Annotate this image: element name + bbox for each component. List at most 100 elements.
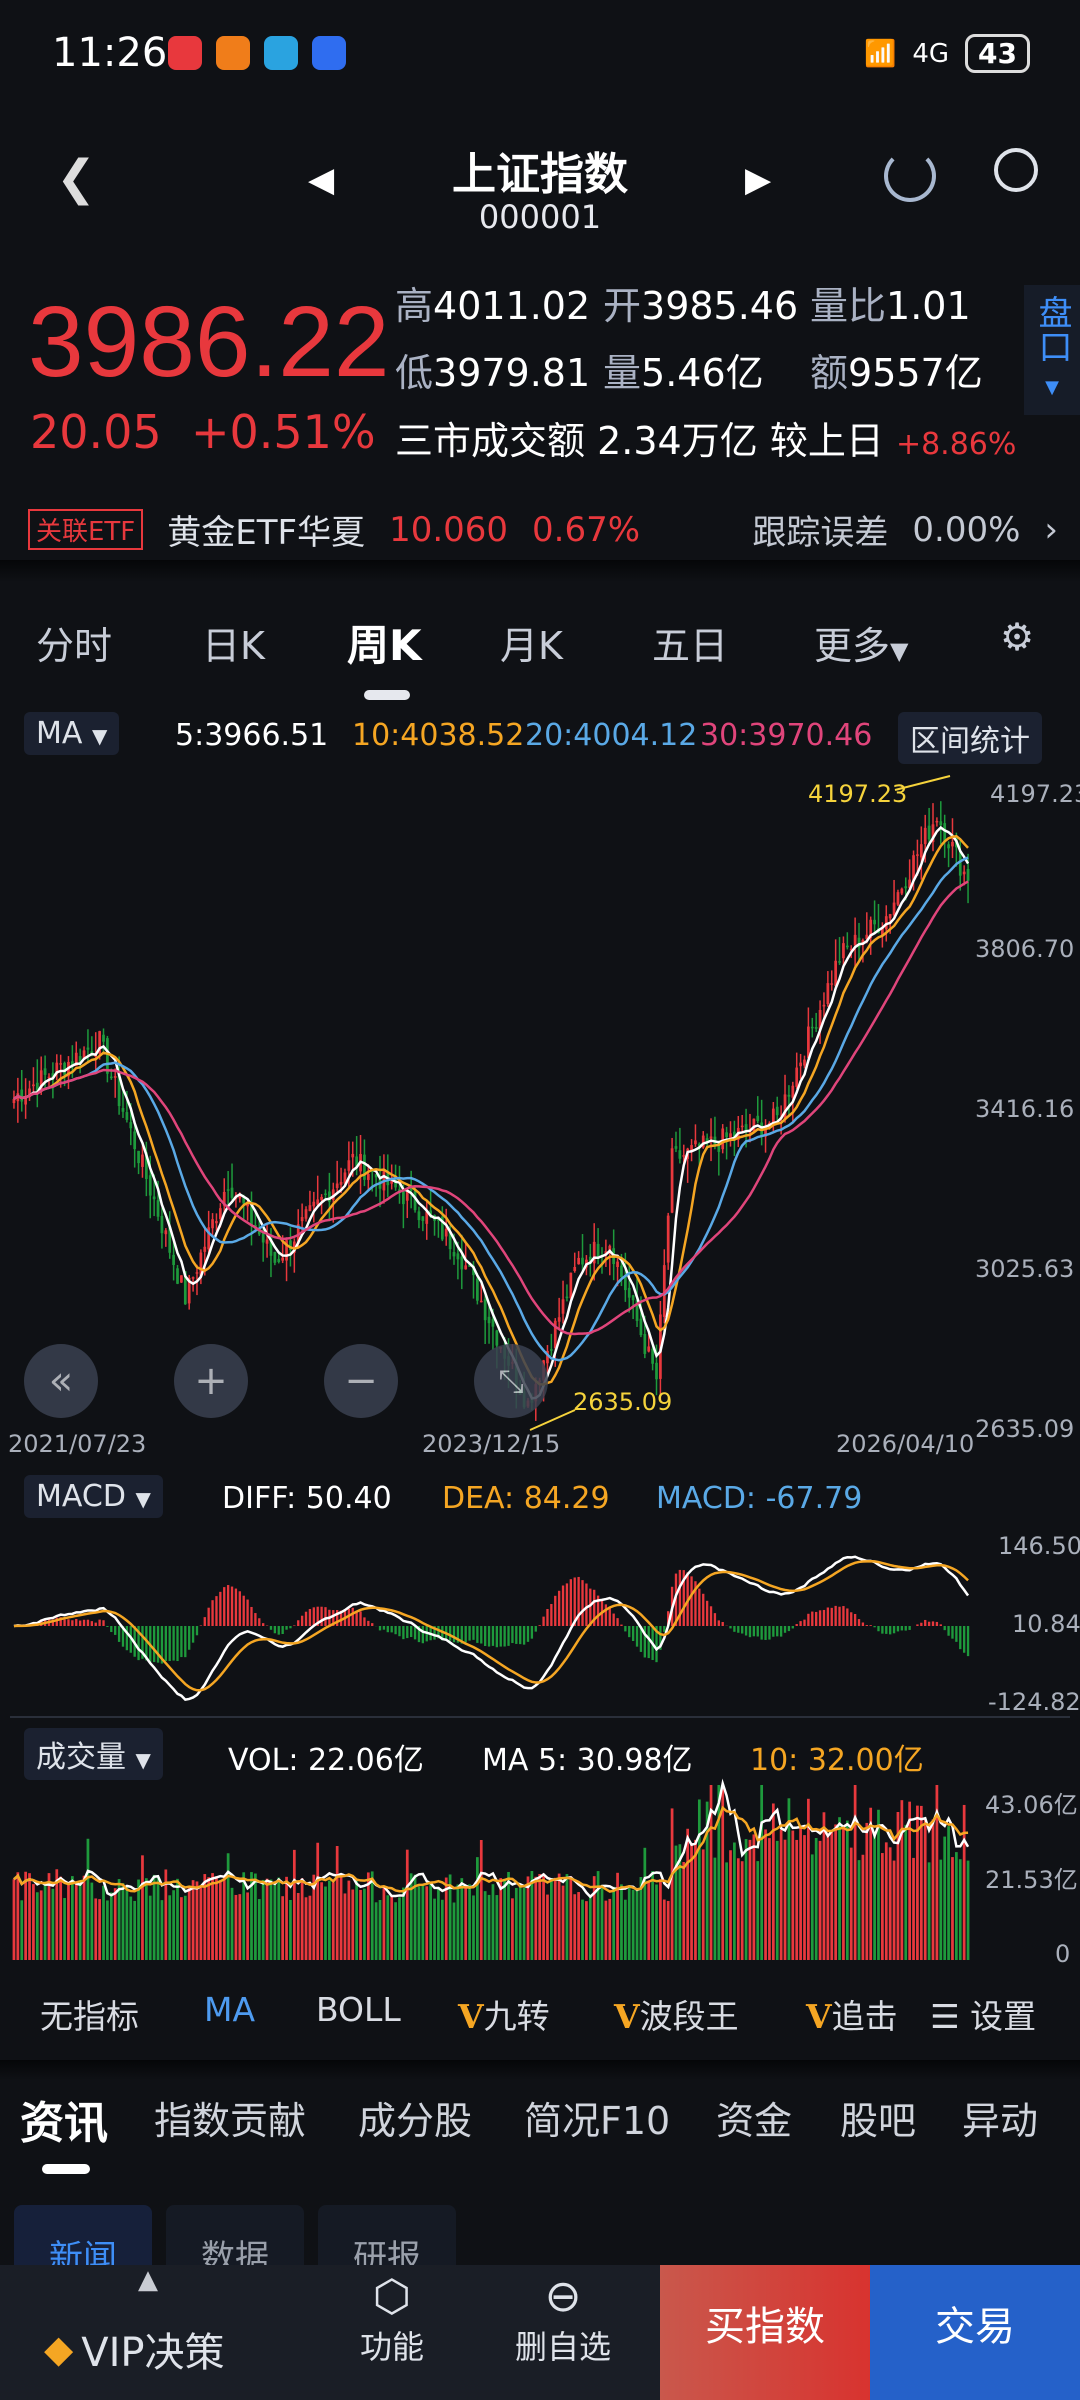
volume-bar bbox=[273, 1882, 277, 1960]
volume-bar bbox=[795, 1839, 799, 1960]
candle-body bbox=[180, 1275, 183, 1283]
volume-bar bbox=[822, 1812, 826, 1960]
remove-watchlist-button[interactable]: ⊖ 删自选 bbox=[515, 2271, 611, 2368]
indicator-boll[interactable]: BOLL bbox=[316, 1990, 401, 2029]
zoom-in-button[interactable]: + bbox=[174, 1344, 248, 1418]
volume-selector[interactable]: 成交量 ▼ bbox=[24, 1728, 163, 1780]
volume-bar bbox=[647, 1882, 651, 1960]
volume-bar bbox=[826, 1833, 830, 1960]
trade-button[interactable]: 交易 bbox=[870, 2265, 1080, 2400]
volume-bar bbox=[129, 1896, 133, 1960]
indicator-jiuzhuan[interactable]: V九转 bbox=[458, 1990, 550, 2038]
volume-bar bbox=[962, 1804, 966, 1960]
volume-bar bbox=[180, 1897, 183, 1960]
indicator-none[interactable]: 无指标 bbox=[40, 1990, 139, 2038]
volume-bar bbox=[370, 1871, 374, 1960]
tab-constituents[interactable]: 成分股 bbox=[358, 2090, 472, 2145]
macd-value: MACD: -67.79 bbox=[656, 1481, 863, 1516]
volume-bar bbox=[261, 1879, 265, 1960]
volume-bar bbox=[109, 1892, 113, 1960]
function-button[interactable]: ⬡ 功能 bbox=[360, 2271, 424, 2368]
volume-bar bbox=[359, 1889, 362, 1960]
candle-body bbox=[129, 1122, 133, 1129]
volume-bar bbox=[195, 1881, 199, 1960]
min-price-label: 2635.09 bbox=[573, 1388, 673, 1416]
volume-bar bbox=[686, 1828, 690, 1960]
volume-bar bbox=[63, 1898, 66, 1960]
candle-body bbox=[795, 1067, 799, 1087]
indicator-ma[interactable]: MA bbox=[204, 1990, 255, 2029]
indicator-settings[interactable]: ☰ 设置 bbox=[930, 1990, 1037, 2038]
volume-bar bbox=[752, 1834, 756, 1960]
volume-bar bbox=[604, 1900, 608, 1960]
volume-bar bbox=[47, 1873, 51, 1960]
tab-funds[interactable]: 资金 bbox=[716, 2090, 792, 2145]
candle-body bbox=[834, 960, 838, 987]
candle-body bbox=[211, 1219, 214, 1229]
volume-bar bbox=[35, 1892, 39, 1960]
scroll-left-button[interactable]: « bbox=[24, 1344, 98, 1418]
volume-bar bbox=[682, 1861, 686, 1960]
fullscreen-button[interactable]: ⤡ bbox=[474, 1344, 548, 1418]
macd-selector[interactable]: MACD ▼ bbox=[24, 1475, 163, 1518]
candle-body bbox=[366, 1173, 370, 1180]
indicator-boduanwang[interactable]: V波段王 bbox=[614, 1990, 739, 2038]
volume-bar bbox=[176, 1878, 179, 1960]
tab-guba[interactable]: 股吧 bbox=[840, 2090, 916, 2145]
candle-body bbox=[845, 945, 849, 948]
macd-axis-label: -124.82 bbox=[988, 1688, 1080, 1716]
vol-axis-label: 43.06亿 bbox=[985, 1791, 1078, 1819]
tab-contribution[interactable]: 指数贡献 bbox=[154, 2090, 306, 2145]
volume-bar bbox=[199, 1886, 203, 1960]
zoom-out-button[interactable]: − bbox=[324, 1344, 398, 1418]
volume-bar bbox=[635, 1888, 639, 1960]
volume-bar bbox=[156, 1877, 160, 1960]
volume-bar bbox=[865, 1822, 869, 1960]
indicator-zhuiji[interactable]: V追击 bbox=[806, 1990, 898, 2038]
candle-body bbox=[927, 825, 931, 840]
tab-news[interactable]: 资讯 bbox=[20, 2087, 108, 2151]
buy-index-button[interactable]: 买指数 bbox=[660, 2265, 870, 2400]
volume-bar bbox=[744, 1839, 748, 1960]
tab-alerts[interactable]: 异动 bbox=[962, 2090, 1038, 2145]
volume-bar bbox=[222, 1876, 226, 1960]
vip-decision-button[interactable]: ◆ VIP决策 bbox=[44, 2320, 225, 2378]
volume-bar bbox=[328, 1880, 331, 1960]
volume-bar bbox=[857, 1860, 861, 1960]
volume-bar bbox=[514, 1887, 518, 1960]
volume-bar bbox=[90, 1882, 94, 1960]
expand-up-icon[interactable]: ▲ bbox=[138, 2265, 158, 2295]
vol-ma5: MA 5: 30.98亿 bbox=[482, 1743, 693, 1778]
max-price-label: 4197.23 bbox=[808, 780, 908, 808]
volume-bar bbox=[160, 1900, 164, 1960]
kline-chart[interactable] bbox=[0, 0, 1080, 2000]
candle-body bbox=[160, 1215, 164, 1234]
volume-bar bbox=[476, 1857, 479, 1960]
volume-bar bbox=[569, 1876, 573, 1960]
volume-bar bbox=[51, 1888, 55, 1960]
candle-body bbox=[830, 983, 834, 985]
volume-bar bbox=[810, 1854, 814, 1960]
candle-body bbox=[320, 1196, 323, 1201]
candle-body bbox=[152, 1196, 156, 1200]
volume-bar bbox=[881, 1853, 884, 1960]
volume-bar bbox=[168, 1895, 172, 1960]
volume-bar bbox=[546, 1894, 549, 1960]
vol-axis-label: 0 bbox=[1055, 1940, 1071, 1968]
volume-bar bbox=[585, 1901, 588, 1960]
volume-bar bbox=[351, 1889, 355, 1960]
price-axis-label: 3806.70 bbox=[975, 935, 1075, 963]
date-label: 2023/12/15 bbox=[422, 1430, 561, 1458]
volume-bar bbox=[549, 1877, 553, 1960]
candle-body bbox=[919, 844, 923, 858]
candle-body bbox=[452, 1252, 456, 1257]
macd-diff: DIFF: 50.40 bbox=[222, 1481, 392, 1516]
volume-bar bbox=[725, 1862, 728, 1960]
volume-bar bbox=[670, 1808, 674, 1960]
candle-body bbox=[962, 871, 966, 875]
tab-f10[interactable]: 简况F10 bbox=[524, 2090, 670, 2145]
volume-bar bbox=[316, 1842, 320, 1960]
volume-bar bbox=[931, 1819, 935, 1960]
volume-bar bbox=[94, 1898, 98, 1960]
volume-bar bbox=[927, 1862, 931, 1960]
